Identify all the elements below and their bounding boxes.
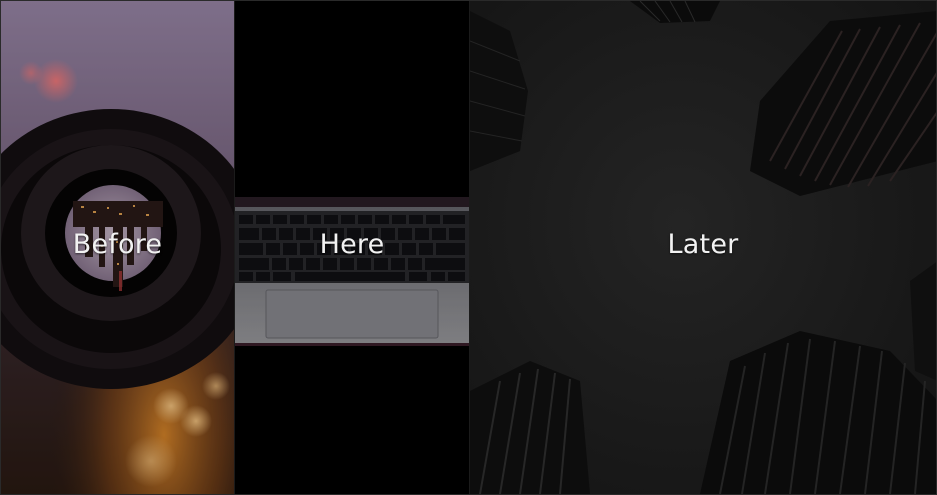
- panel-later[interactable]: Later: [470, 1, 936, 494]
- panel-label-later: Later: [667, 229, 739, 260]
- panel-label-before: Before: [72, 229, 163, 260]
- panel-label-here: Here: [319, 229, 385, 260]
- triptych-gallery: Before Here Later: [0, 0, 937, 495]
- panel-before[interactable]: Before: [1, 1, 234, 494]
- panel-here[interactable]: Here: [234, 1, 470, 494]
